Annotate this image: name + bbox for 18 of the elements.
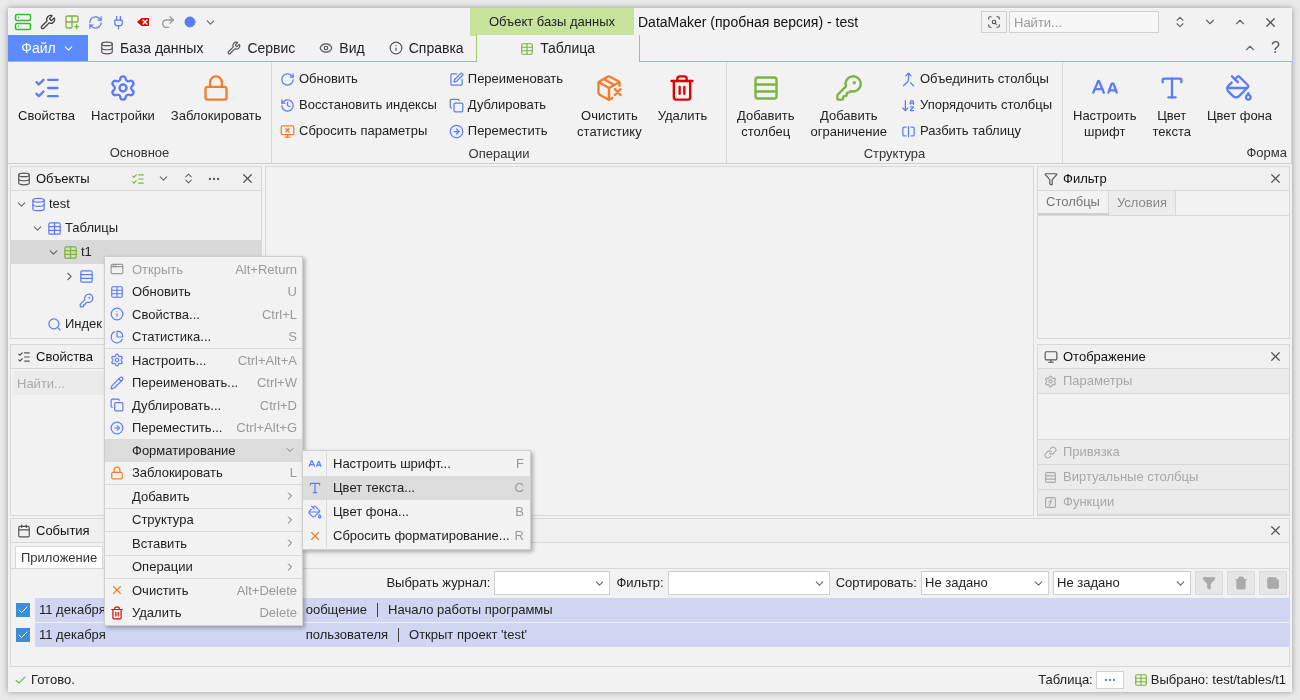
event-message: Начало работы программы [388, 601, 553, 620]
event-type: ообщение [305, 601, 368, 620]
log-label: Выбрать журнал: [386, 574, 491, 593]
sort-label: Сортировать: [835, 574, 917, 593]
date-text: 11 декабря [38, 601, 106, 620]
filter-label: Фильтр: [616, 574, 664, 593]
window-title: DataMaker (пробная версия) - test [637, 12, 860, 32]
group-label: Форма [1245, 144, 1288, 162]
table-label: Таблица: [1038, 671, 1093, 690]
context-group-label: Объект базы данных [470, 8, 634, 36]
date-text: 11 декабря [38, 626, 106, 645]
status-text: Готово. [31, 671, 75, 690]
group-label: Операции [467, 145, 531, 163]
group-label: Структура [862, 145, 927, 163]
event-message: Открыт проект 'test' [409, 626, 527, 645]
group-label: Основное [108, 144, 171, 162]
selection-text: Выбрано: test/tables/t1 [1150, 671, 1286, 690]
event-type: пользователя [305, 626, 389, 645]
